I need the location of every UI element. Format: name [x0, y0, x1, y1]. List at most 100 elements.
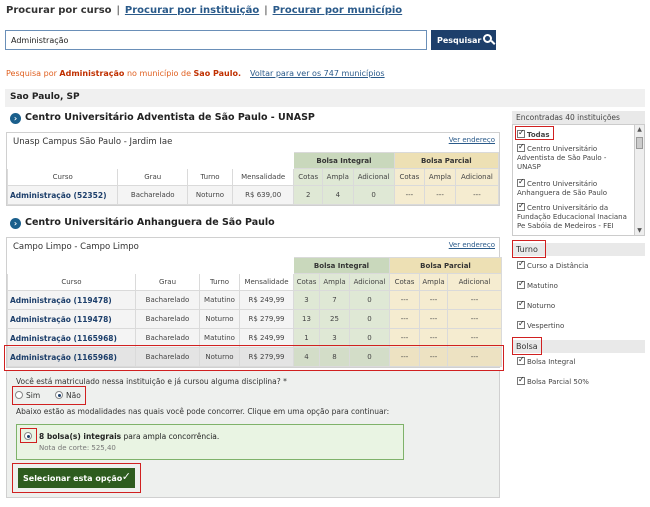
scroll-thumb[interactable]	[636, 137, 643, 149]
filter-label: Centro Universitário da Fundação Educaci…	[517, 204, 627, 230]
filter-label: Bolsa Integral	[527, 358, 576, 366]
campus-header: Unasp Campus São Paulo - Jardim Iae Ver …	[7, 133, 499, 152]
header-adicional: Adicional	[454, 168, 500, 186]
institution-title[interactable]: › Centro Universitário Adventista de São …	[10, 112, 315, 124]
grau-cell: Bacharelado	[135, 309, 200, 329]
header-adicional: Adicional	[349, 273, 390, 291]
highlight-all-filter	[515, 126, 554, 140]
grau-cell: Bacharelado	[117, 185, 188, 205]
table-row[interactable]: Administração (119478) Bacharelado Notur…	[7, 309, 503, 329]
integral-cotas-cell: 2	[293, 185, 323, 205]
search-button-label: Pesquisar	[437, 35, 482, 45]
header-blank	[7, 257, 294, 274]
integral-ampla-cell: 4	[321, 185, 354, 205]
filter-bolsa[interactable]: Bolsa Integral	[517, 355, 576, 367]
filter-institution[interactable]: Centro Universitário Adventista de São P…	[517, 142, 629, 172]
parcial-ampla-cell: ---	[419, 290, 448, 310]
search-input[interactable]	[5, 30, 427, 50]
checkbox-checked-icon	[517, 355, 525, 365]
checkbox-checked-icon	[517, 299, 525, 309]
filter-institution[interactable]: Centro Universitário Anhanguera de São P…	[517, 177, 629, 198]
header-bolsa-integral: Bolsa Integral	[293, 152, 395, 169]
header-ampla: Ampla	[419, 273, 448, 291]
filter-label: Vespertino	[527, 322, 565, 330]
course-cell[interactable]: Administração (52352)	[6, 185, 119, 205]
filter-turno[interactable]: Noturno	[517, 299, 556, 311]
header-cotas: Cotas	[293, 168, 323, 186]
checkbox-checked-icon	[517, 259, 525, 269]
parcial-cotas-cell: ---	[389, 290, 420, 310]
header-grau: Grau	[135, 273, 200, 291]
course-cell[interactable]: Administração (119478)	[7, 309, 136, 329]
mensalidade-cell: R$ 279,99	[239, 309, 294, 329]
search-button[interactable]: Pesquisar	[431, 30, 496, 50]
integral-ampla-cell: 25	[319, 309, 350, 329]
enrollment-question: Você está matriculado nessa instituição …	[16, 377, 287, 386]
table-row[interactable]: Administração (52352) Bacharelado Noturn…	[6, 185, 500, 205]
summary-prefix: Pesquisa por	[6, 69, 60, 78]
mensalidade-cell: R$ 639,00	[231, 185, 295, 205]
modalities-instruction: Abaixo estão as modalidades nas quais vo…	[16, 407, 390, 416]
filter-turno[interactable]: Vespertino	[517, 319, 565, 331]
scholarship-option-label[interactable]: 8 bolsa(s) integrais para ampla concorrê…	[39, 432, 219, 441]
filter-label: Noturno	[527, 302, 556, 310]
summary-city: Sao Paulo.	[193, 69, 241, 78]
checkbox-checked-icon	[517, 375, 525, 385]
course-cell[interactable]: Administração (119478)	[7, 290, 136, 310]
header-turno: Turno	[199, 273, 240, 291]
integral-cotas-cell: 13	[293, 309, 320, 329]
filter-institution[interactable]: Centro Universitário da Fundação Educaci…	[517, 203, 629, 233]
highlight-answer-radios	[12, 386, 86, 405]
header-mensalidade: Mensalidade	[239, 273, 294, 291]
course-table: Bolsa Integral Bolsa Parcial Curso Grau …	[6, 152, 500, 205]
highlight-selected-row	[4, 345, 504, 371]
scroll-up-icon[interactable]: ▲	[636, 126, 643, 133]
highlight-turno-header	[512, 240, 546, 258]
filter-turno[interactable]: Matutino	[517, 279, 558, 291]
nav-by-institution-link[interactable]: Procurar por instituição	[125, 5, 259, 16]
filter-label: Centro Universitário Anhanguera de São P…	[517, 180, 608, 197]
integral-ampla-cell: 7	[319, 290, 350, 310]
parcial-adicional-cell: ---	[446, 309, 503, 329]
header-ampla: Ampla	[424, 168, 456, 186]
turno-cell: Noturno	[199, 309, 240, 329]
arrow-right-icon: ›	[10, 218, 21, 229]
search-summary: Pesquisa por Administração no município …	[6, 69, 385, 78]
institution-title[interactable]: › Centro Universitário Anhanguera de São …	[10, 217, 275, 229]
header-curso: Curso	[6, 168, 119, 186]
integral-adicional-cell: 0	[349, 309, 390, 329]
integral-adicional-cell: 0	[349, 290, 390, 310]
filter-bolsa[interactable]: Bolsa Parcial 50%	[517, 375, 589, 387]
nav-by-municipality-link[interactable]: Procurar por município	[273, 5, 403, 16]
highlight-select-button	[12, 463, 141, 493]
scroll-down-icon[interactable]: ▼	[636, 227, 643, 234]
view-address-link[interactable]: Ver endereço	[449, 241, 495, 249]
parcial-cotas-cell: ---	[389, 309, 420, 329]
header-curso: Curso	[7, 273, 136, 291]
filter-turno[interactable]: Curso a Distância	[517, 259, 589, 271]
campus-header: Campo Limpo - Campo Limpo Ver endereço	[7, 238, 499, 257]
top-navigation: Procurar por curso | Procurar por institui…	[6, 5, 402, 19]
header-bolsa-parcial: Bolsa Parcial	[388, 257, 503, 274]
scholarship-option[interactable]	[16, 424, 404, 460]
back-to-municipalities-link[interactable]: Voltar para ver os 747 municípios	[250, 69, 385, 78]
nav-current-course: Procurar por curso	[6, 5, 112, 16]
campus-name: Campo Limpo - Campo Limpo	[13, 242, 139, 252]
header-adicional: Adicional	[446, 273, 503, 291]
grau-cell: Bacharelado	[135, 290, 200, 310]
header-bolsa-parcial: Bolsa Parcial	[393, 152, 500, 169]
checkbox-checked-icon	[517, 279, 525, 289]
table-row[interactable]: Administração (119478) Bacharelado Matut…	[7, 290, 503, 310]
cutoff-score: Nota de corte: 525,40	[39, 444, 116, 452]
view-address-link[interactable]: Ver endereço	[449, 136, 495, 144]
filter-scrollbar[interactable]: ▲ ▼	[634, 125, 644, 235]
filter-label: Curso a Distância	[527, 262, 589, 270]
parcial-ampla-cell: ---	[419, 309, 448, 329]
nav-separator: |	[264, 5, 268, 16]
parcial-adicional-cell: ---	[446, 290, 503, 310]
header-cotas: Cotas	[393, 168, 426, 186]
checkbox-checked-icon	[517, 319, 525, 329]
parcial-ampla-cell: ---	[424, 185, 456, 205]
turno-cell: Matutino	[199, 290, 240, 310]
parcial-cotas-cell: ---	[393, 185, 426, 205]
